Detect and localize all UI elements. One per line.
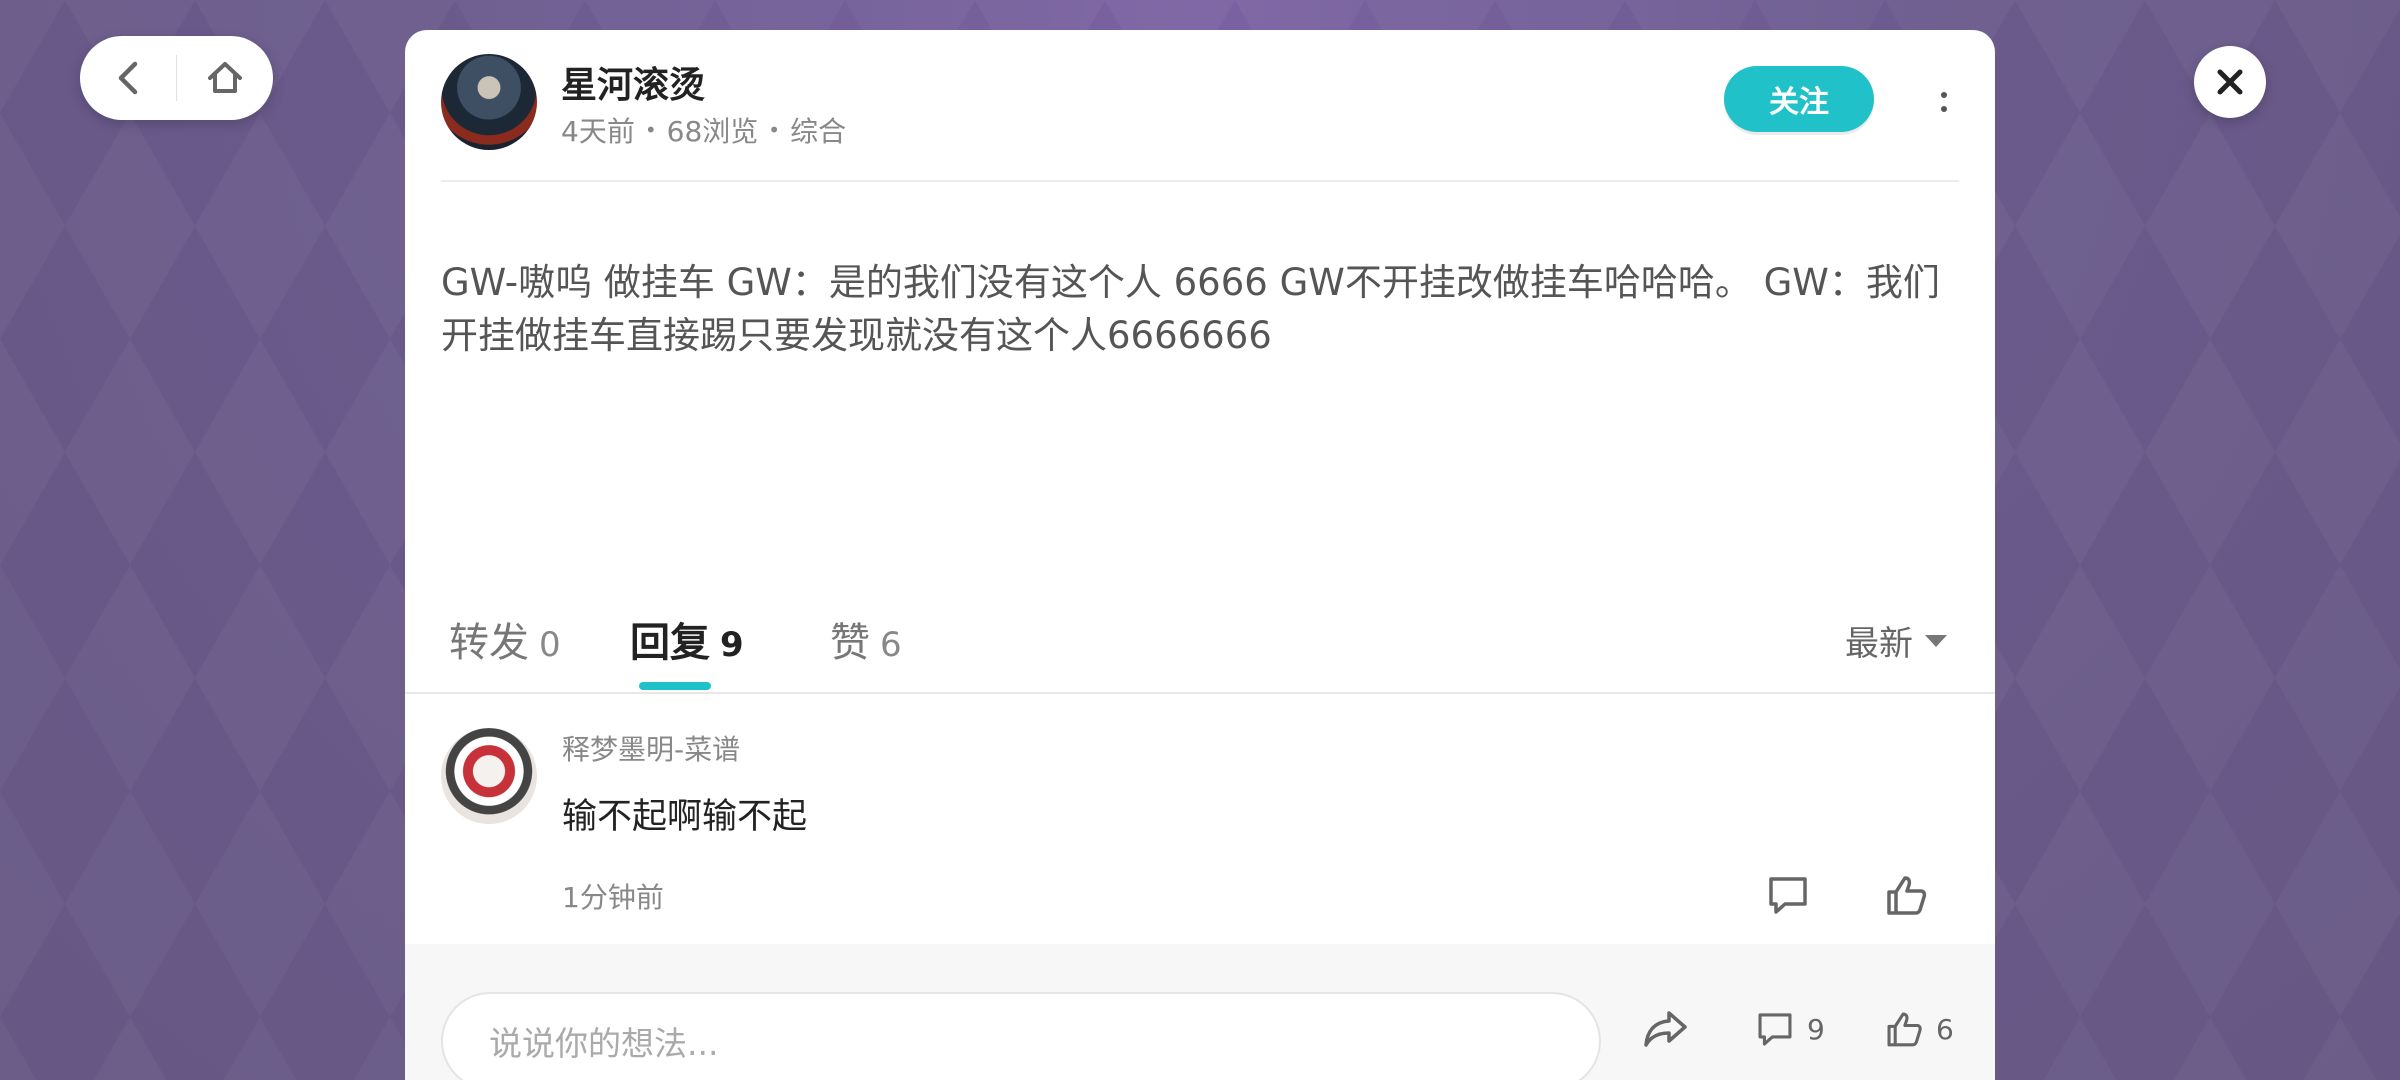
comment-count: 9	[1807, 1012, 1825, 1046]
post-meta: 4天前 • 68浏览 • 综合	[561, 110, 846, 150]
tab-count: 6	[880, 625, 902, 665]
tab-count: 9	[720, 625, 744, 665]
post-header: 星河滚烫 4天前 • 68浏览 • 综合 关注	[441, 54, 1959, 182]
sort-label: 最新	[1845, 624, 1913, 664]
meta-separator: •	[768, 118, 781, 142]
author-name[interactable]: 星河滚烫	[561, 56, 705, 108]
thumbs-up-icon	[1887, 876, 1927, 915]
tab-label: 赞	[830, 620, 870, 666]
comment-icon	[1769, 877, 1807, 914]
tab-label: 回复	[630, 620, 710, 666]
chevron-left-icon	[118, 61, 137, 95]
more-dot-icon	[1941, 106, 1947, 112]
post-card: 星河滚烫 4天前 • 68浏览 • 综合 关注 GW-嗷呜 做挂车 GW：是的我…	[405, 30, 1995, 1080]
close-icon	[2217, 69, 2243, 95]
comment-input[interactable]: 说说你的想法...	[441, 992, 1601, 1080]
comment-reply-button[interactable]	[1763, 870, 1813, 920]
post-time: 4天前	[561, 115, 635, 148]
share-icon	[1644, 1011, 1687, 1047]
comment-item: 释梦墨明-菜谱 输不起啊输不起 1分钟前	[405, 692, 1995, 960]
like-count: 6	[1936, 1012, 1954, 1046]
caret-down-icon	[1925, 634, 1947, 647]
comment-icon	[1758, 1013, 1792, 1046]
close-button[interactable]	[2194, 46, 2266, 118]
nav-pill	[80, 36, 273, 120]
meta-separator: •	[644, 118, 657, 142]
post-content: GW-嗷呜 做挂车 GW：是的我们没有这个人 6666 GW不开挂改做挂车哈哈哈…	[441, 261, 1940, 357]
post-views: 68浏览	[666, 115, 759, 148]
more-options-button[interactable]	[1929, 80, 1959, 124]
more-dot-icon	[1941, 92, 1947, 98]
post-category[interactable]: 综合	[790, 110, 846, 150]
tab-replies[interactable]: 回复 9	[630, 610, 744, 668]
comment-like-button[interactable]	[1881, 870, 1931, 920]
like-button[interactable]: 6	[1882, 1004, 1954, 1054]
comments-button[interactable]: 9	[1753, 1004, 1825, 1054]
back-button[interactable]	[80, 36, 176, 120]
tab-likes[interactable]: 赞6	[830, 610, 902, 668]
thumbs-up-icon	[1887, 1012, 1922, 1047]
author-avatar[interactable]	[441, 54, 537, 150]
tab-repost[interactable]: 转发 0	[449, 610, 561, 668]
tab-label: 转发	[449, 620, 529, 666]
tabs-bar: 转发 0 回复 9 赞6 最新	[405, 570, 1995, 694]
tab-count: 0	[539, 625, 561, 665]
home-button[interactable]	[177, 36, 273, 120]
comment-text: 输不起啊输不起	[562, 797, 808, 837]
comment-time: 1分钟前	[562, 881, 664, 914]
bottom-action-bar: 说说你的想法... 9 6	[405, 944, 1995, 1080]
sort-dropdown[interactable]: 最新	[1845, 616, 1949, 665]
share-button[interactable]	[1641, 1004, 1689, 1054]
active-tab-indicator	[639, 682, 711, 690]
follow-button[interactable]: 关注	[1724, 66, 1874, 132]
home-icon	[208, 62, 243, 93]
commenter-avatar[interactable]	[441, 728, 537, 824]
commenter-name[interactable]: 释梦墨明-菜谱	[562, 728, 740, 768]
